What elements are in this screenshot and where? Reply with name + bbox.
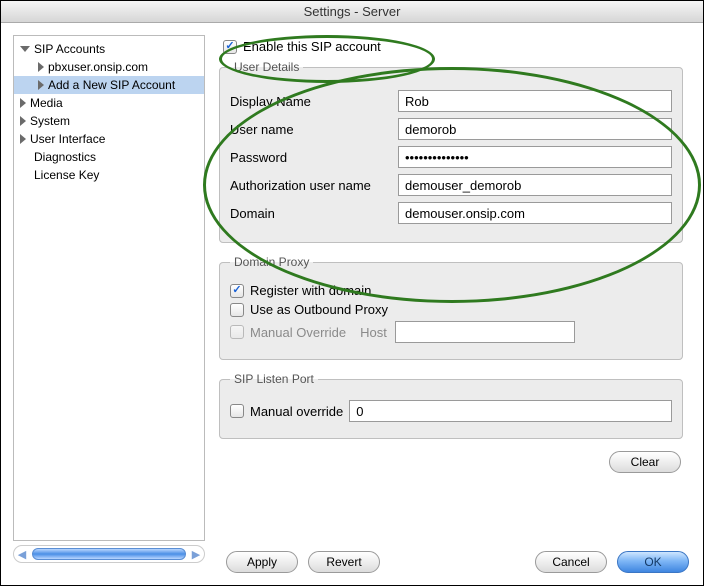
display-name-input[interactable] bbox=[398, 90, 672, 112]
content-area: SIP Accounts pbxuser.onsip.com Add a New… bbox=[1, 23, 703, 563]
domain-label: Domain bbox=[230, 206, 398, 221]
chevron-down-icon[interactable] bbox=[20, 46, 30, 52]
tree-item-sip-accounts[interactable]: SIP Accounts bbox=[14, 40, 204, 58]
enable-sip-row: Enable this SIP account bbox=[223, 39, 691, 54]
domain-proxy-legend: Domain Proxy bbox=[230, 255, 313, 269]
tree-item-diagnostics[interactable]: Diagnostics bbox=[14, 148, 204, 166]
password-input[interactable] bbox=[398, 146, 672, 168]
auth-user-label: Authorization user name bbox=[230, 178, 398, 193]
sip-listen-port-group: SIP Listen Port Manual override bbox=[219, 372, 683, 439]
proxy-host-input[interactable] bbox=[395, 321, 575, 343]
host-label: Host bbox=[360, 325, 387, 340]
clear-button[interactable]: Clear bbox=[609, 451, 681, 473]
domain-proxy-group: Domain Proxy Register with domain Use as… bbox=[219, 255, 683, 360]
tree-label: Diagnostics bbox=[34, 150, 96, 164]
tree-item-user-interface[interactable]: User Interface bbox=[14, 130, 204, 148]
chevron-right-icon[interactable] bbox=[20, 98, 26, 108]
main-panel: Enable this SIP account User Details Dis… bbox=[219, 35, 691, 563]
cancel-button[interactable]: Cancel bbox=[535, 551, 607, 573]
tree-label: License Key bbox=[34, 168, 99, 182]
bottom-button-bar: Apply Revert Cancel OK bbox=[226, 551, 689, 573]
user-name-label: User name bbox=[230, 122, 398, 137]
password-label: Password bbox=[230, 150, 398, 165]
sip-listen-port-legend: SIP Listen Port bbox=[230, 372, 318, 386]
register-domain-label: Register with domain bbox=[250, 283, 371, 298]
outbound-proxy-label: Use as Outbound Proxy bbox=[250, 302, 388, 317]
chevron-right-icon[interactable] bbox=[20, 116, 26, 126]
enable-sip-checkbox[interactable] bbox=[223, 40, 237, 54]
ok-button[interactable]: OK bbox=[617, 551, 689, 573]
tree-label: System bbox=[30, 114, 70, 128]
tree-label: Add a New SIP Account bbox=[48, 78, 175, 92]
window-titlebar: Settings - Server bbox=[1, 1, 703, 23]
revert-button[interactable]: Revert bbox=[308, 551, 380, 573]
tree-label: pbxuser.onsip.com bbox=[48, 60, 148, 74]
user-details-legend: User Details bbox=[230, 60, 303, 74]
outbound-proxy-checkbox[interactable] bbox=[230, 303, 244, 317]
manual-override-port-label: Manual override bbox=[250, 404, 343, 419]
scroll-thumb[interactable] bbox=[32, 548, 186, 560]
window-title: Settings - Server bbox=[304, 4, 401, 19]
tree-item-media[interactable]: Media bbox=[14, 94, 204, 112]
chevron-right-icon[interactable] bbox=[38, 62, 44, 72]
listen-port-input[interactable] bbox=[349, 400, 672, 422]
horizontal-scrollbar[interactable]: ◀ ▶ bbox=[13, 545, 205, 563]
tree-label: SIP Accounts bbox=[34, 42, 105, 56]
tree-item-system[interactable]: System bbox=[14, 112, 204, 130]
tree-item-license-key[interactable]: License Key bbox=[14, 166, 204, 184]
chevron-right-icon[interactable] bbox=[38, 80, 44, 90]
manual-override-proxy-label: Manual Override bbox=[250, 325, 346, 340]
auth-user-input[interactable] bbox=[398, 174, 672, 196]
tree-label: Media bbox=[30, 96, 63, 110]
domain-input[interactable] bbox=[398, 202, 672, 224]
apply-button[interactable]: Apply bbox=[226, 551, 298, 573]
tree-item-pbxuser[interactable]: pbxuser.onsip.com bbox=[14, 58, 204, 76]
enable-sip-label: Enable this SIP account bbox=[243, 39, 381, 54]
chevron-right-icon[interactable] bbox=[20, 134, 26, 144]
display-name-label: Display Name bbox=[230, 94, 398, 109]
tree-item-add-sip-account[interactable]: Add a New SIP Account bbox=[14, 76, 204, 94]
settings-tree[interactable]: SIP Accounts pbxuser.onsip.com Add a New… bbox=[13, 35, 205, 541]
user-details-group: User Details Display Name User name Pass… bbox=[219, 60, 683, 243]
user-name-input[interactable] bbox=[398, 118, 672, 140]
scroll-left-icon[interactable]: ◀ bbox=[14, 548, 30, 561]
scroll-right-icon[interactable]: ▶ bbox=[188, 548, 204, 561]
register-domain-checkbox[interactable] bbox=[230, 284, 244, 298]
tree-label: User Interface bbox=[30, 132, 105, 146]
manual-override-port-checkbox[interactable] bbox=[230, 404, 244, 418]
manual-override-proxy-checkbox bbox=[230, 325, 244, 339]
sidebar: SIP Accounts pbxuser.onsip.com Add a New… bbox=[13, 35, 205, 563]
